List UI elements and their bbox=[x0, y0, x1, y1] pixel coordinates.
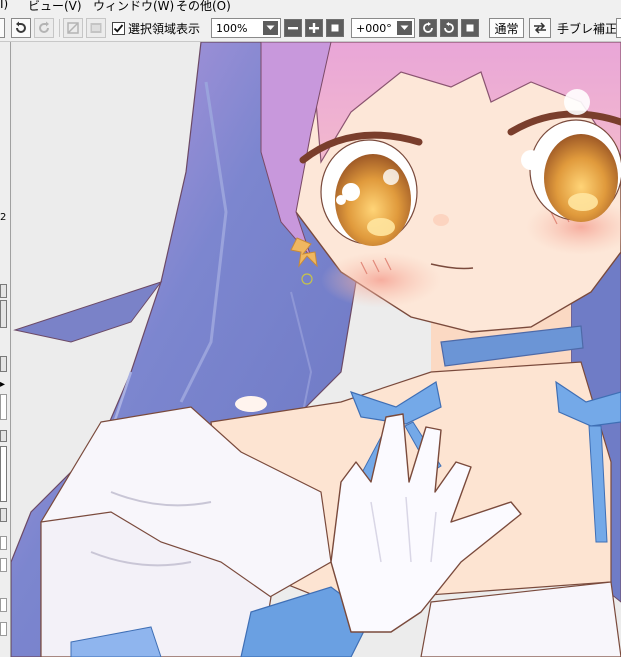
left-panel-number: 2 bbox=[0, 212, 7, 223]
chevron-down-icon bbox=[263, 21, 278, 35]
deselect-button[interactable] bbox=[86, 18, 106, 38]
zoom-value: 100% bbox=[216, 21, 248, 35]
left-panel-button[interactable] bbox=[0, 508, 7, 522]
left-panel-button[interactable] bbox=[0, 430, 7, 442]
undo-icon bbox=[16, 21, 26, 33]
menu-bar: Ⅰ) ビュー(V) ウィンドウ(W) その他(O) bbox=[0, 0, 621, 13]
left-panel-arrow: ▸ bbox=[0, 379, 6, 390]
stabilizer-label: 手ブレ補正 bbox=[557, 22, 618, 36]
left-panel-field[interactable] bbox=[0, 446, 7, 502]
left-panel-checkbox[interactable] bbox=[0, 598, 7, 612]
redo-icon bbox=[39, 21, 49, 33]
menu-item-window[interactable]: ウィンドウ(W) bbox=[93, 0, 174, 13]
zoom-in-icon bbox=[309, 23, 319, 33]
clear-icon bbox=[67, 22, 79, 34]
canvas-area[interactable] bbox=[11, 42, 621, 657]
left-panel-field[interactable] bbox=[0, 394, 7, 420]
reset-zoom-button[interactable] bbox=[326, 19, 344, 37]
toolbar-overflow-button[interactable] bbox=[0, 18, 5, 38]
undo-button[interactable] bbox=[11, 18, 31, 38]
deselect-icon bbox=[90, 23, 102, 33]
clear-button[interactable] bbox=[63, 18, 83, 38]
left-panel-button[interactable] bbox=[0, 284, 7, 298]
zoom-out-button[interactable] bbox=[284, 19, 302, 37]
left-panel-checkbox[interactable] bbox=[0, 536, 7, 550]
reset-zoom-icon bbox=[331, 24, 339, 32]
menu-item-view[interactable]: ビュー(V) bbox=[28, 0, 82, 13]
rotation-value: +000° bbox=[356, 21, 392, 35]
check-icon bbox=[113, 24, 124, 33]
left-panel-button[interactable] bbox=[0, 300, 7, 328]
stabilizer-select[interactable] bbox=[616, 18, 621, 38]
toolbar: 選択領域表示 100% +000° 通常 手ブレ補正 bbox=[0, 13, 621, 42]
zoom-select[interactable]: 100% bbox=[211, 18, 281, 38]
selection-display-label: 選択領域表示 bbox=[128, 22, 201, 36]
menu-item-tools[interactable]: Ⅰ) bbox=[0, 0, 8, 11]
left-panel: 2 ▸ bbox=[0, 42, 11, 657]
reset-rotation-button[interactable] bbox=[461, 19, 479, 37]
left-panel-checkbox[interactable] bbox=[0, 622, 7, 636]
chevron-down-icon bbox=[397, 21, 412, 35]
reset-rotation-icon bbox=[466, 24, 474, 32]
selection-display-checkbox[interactable] bbox=[112, 22, 125, 35]
rotate-right-icon bbox=[444, 22, 454, 33]
rotate-left-button[interactable] bbox=[419, 19, 437, 37]
zoom-out-icon bbox=[288, 27, 298, 30]
rotate-right-button[interactable] bbox=[440, 19, 458, 37]
flip-horizontal-button[interactable] bbox=[529, 18, 551, 38]
zoom-in-button[interactable] bbox=[305, 19, 323, 37]
rotation-select[interactable]: +000° bbox=[351, 18, 415, 38]
rotate-left-icon bbox=[423, 22, 433, 33]
left-panel-button[interactable] bbox=[0, 356, 7, 372]
menu-item-other[interactable]: その他(O) bbox=[176, 0, 231, 13]
left-panel-checkbox[interactable] bbox=[0, 558, 7, 572]
illustration bbox=[11, 42, 621, 657]
flip-horizontal-icon bbox=[534, 22, 546, 34]
blend-mode-button[interactable]: 通常 bbox=[489, 18, 524, 38]
redo-button[interactable] bbox=[34, 18, 54, 38]
